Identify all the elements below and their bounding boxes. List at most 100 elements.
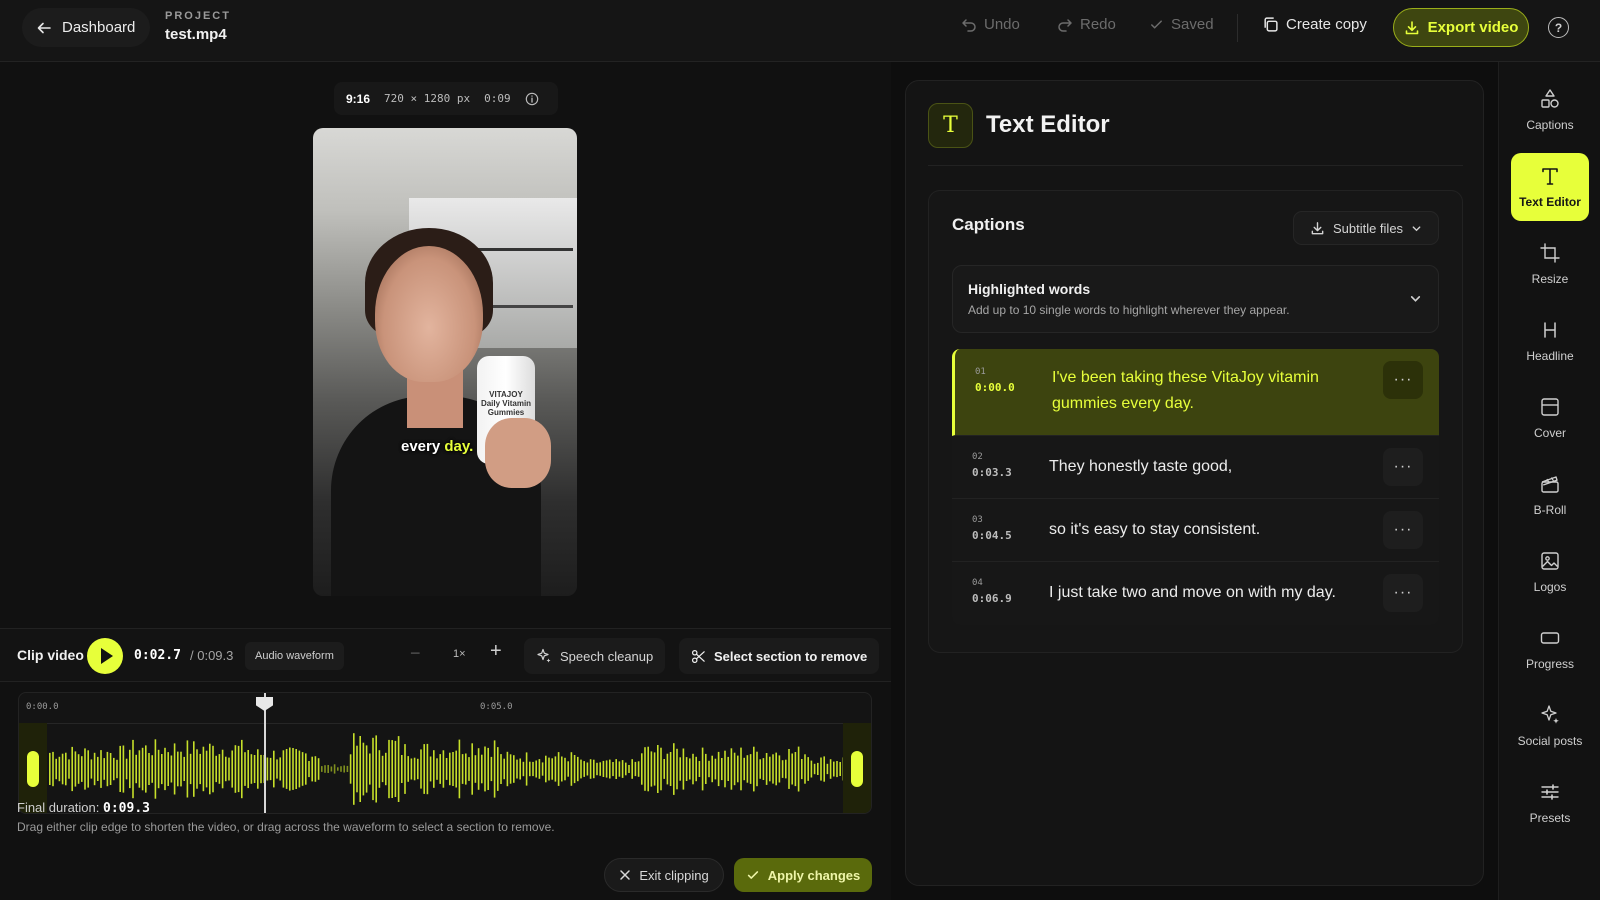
rail-item-cover[interactable]: Cover <box>1511 384 1589 452</box>
create-copy-button[interactable]: Create copy <box>1262 16 1367 33</box>
waveform-bar <box>538 759 541 779</box>
rail-item-logos[interactable]: Logos <box>1511 538 1589 606</box>
waveform-bar <box>820 757 822 781</box>
caption-text[interactable]: They honestly taste good, <box>1049 454 1369 480</box>
panel-title: Text Editor <box>986 111 1110 138</box>
waveform-bar <box>621 760 624 778</box>
waveform-bar <box>813 763 816 775</box>
waveform-bar <box>836 761 838 778</box>
zoom-in-button[interactable]: + <box>490 640 502 663</box>
waveform-bar <box>673 743 675 795</box>
caption-row-04[interactable]: 04 0:06.9 I just take two and move on wi… <box>952 562 1439 625</box>
waveform-bar <box>826 763 829 775</box>
caption-text[interactable]: so it's easy to stay consistent. <box>1049 517 1369 543</box>
waveform-bar <box>433 750 435 788</box>
caption-text[interactable]: I just take two and move on with my day. <box>1049 580 1369 606</box>
zoom-out-button[interactable]: − <box>410 643 421 664</box>
rail-item-b-roll[interactable]: B-Roll <box>1511 461 1589 529</box>
chevron-down-icon[interactable] <box>1409 292 1422 305</box>
rail-item-social-posts[interactable]: Social posts <box>1511 692 1589 760</box>
waveform-bar <box>260 754 262 784</box>
playhead-line[interactable] <box>264 693 266 813</box>
waveform-bar <box>653 752 656 786</box>
caption-row-03[interactable]: 03 0:04.5 so it's easy to stay consisten… <box>952 499 1439 562</box>
waveform-bar <box>506 751 509 787</box>
waveform-bar <box>362 742 365 796</box>
crop-icon <box>1540 243 1560 263</box>
waveform-bar <box>775 752 777 786</box>
waveform-bar <box>442 750 445 788</box>
apply-changes-button[interactable]: Apply changes <box>734 858 872 892</box>
audio-waveform-toggle[interactable]: Audio waveform <box>245 642 344 670</box>
play-button[interactable] <box>87 638 123 674</box>
exit-clipping-button[interactable]: Exit clipping <box>604 858 724 892</box>
waveform-bar <box>196 749 198 789</box>
waveform-bar <box>797 746 800 792</box>
waveform-bar <box>727 756 729 781</box>
rail-item-presets[interactable]: Presets <box>1511 769 1589 837</box>
waveform-bar <box>733 752 736 786</box>
speech-cleanup-button[interactable]: Speech cleanup <box>524 638 666 674</box>
waveform-bar <box>84 748 86 790</box>
audio-timeline[interactable]: 0:00.0 0:05.0 <box>18 692 872 814</box>
waveform-bar <box>481 754 483 784</box>
waveform-bar <box>285 749 288 789</box>
highlighted-words-section[interactable]: Highlighted words Add up to 10 single wo… <box>952 265 1439 333</box>
caption-more-button[interactable]: ··· <box>1383 574 1423 612</box>
waveform-bar <box>247 750 249 789</box>
rail-item-captions[interactable]: Captions <box>1511 76 1589 144</box>
info-icon[interactable] <box>525 92 539 106</box>
waveform-bar <box>573 755 576 784</box>
waveform-bar <box>589 759 592 779</box>
waveform-bar <box>199 753 201 785</box>
waveform-bar <box>324 765 326 773</box>
waveform-bar <box>721 758 723 781</box>
rail-item-headline[interactable]: Headline <box>1511 307 1589 375</box>
redo-button[interactable]: Redo <box>1057 16 1116 33</box>
waveform-bar <box>170 755 173 783</box>
waveform-bar <box>369 753 371 785</box>
caption-more-button[interactable]: ··· <box>1383 511 1423 549</box>
subtitle-files-dropdown[interactable]: Subtitle files <box>1293 211 1439 245</box>
caption-more-button[interactable]: ··· <box>1383 448 1423 486</box>
waveform-bar <box>823 756 825 782</box>
waveform-bar <box>410 758 413 780</box>
back-to-dashboard-button[interactable]: Dashboard <box>22 8 150 47</box>
clip-end-handle[interactable] <box>843 723 871 813</box>
rail-item-text-editor[interactable]: Text Editor <box>1511 153 1589 221</box>
caption-time: 0:06.9 <box>972 592 1012 605</box>
back-label: Dashboard <box>62 19 136 36</box>
waveform-bar <box>615 759 617 779</box>
caption-more-button[interactable]: ··· <box>1383 361 1423 399</box>
waveform-bar <box>769 756 771 782</box>
playhead-knob[interactable] <box>256 697 273 711</box>
waveform-bar <box>810 760 813 778</box>
export-label: Export video <box>1427 19 1519 36</box>
play-icon <box>100 648 113 664</box>
caption-text[interactable]: I've been taking these VitaJoy vitamin g… <box>1052 365 1372 417</box>
waveform-bar <box>295 749 297 789</box>
caption-row-02[interactable]: 02 0:03.3 They honestly taste good, ··· <box>952 436 1439 499</box>
waveform-bar <box>660 747 662 791</box>
help-icon[interactable]: ? <box>1548 17 1569 38</box>
undo-button[interactable]: Undo <box>961 16 1020 33</box>
export-video-button[interactable]: Export video <box>1393 8 1529 47</box>
waveform-bar <box>663 759 665 779</box>
waveform-bar <box>692 753 694 785</box>
rail-label: Logos <box>1533 580 1567 594</box>
waveform-bar <box>253 755 256 783</box>
caption-row-01[interactable]: 01 0:00.0 I've been taking these VitaJoy… <box>952 349 1439 436</box>
waveform-bar <box>404 744 406 794</box>
waveform-bar <box>333 764 336 774</box>
waveform-bar <box>829 759 832 779</box>
waveform-bar <box>602 760 605 777</box>
video-preview[interactable]: VITAJOY Daily Vitamin Gummies every day. <box>313 128 577 596</box>
final-duration-value: 0:09.3 <box>103 801 150 816</box>
rail-item-progress[interactable]: Progress <box>1511 615 1589 683</box>
select-section-button[interactable]: Select section to remove <box>679 638 880 674</box>
person-hand <box>485 418 551 488</box>
rail-item-resize[interactable]: Resize <box>1511 230 1589 298</box>
waveform-bar <box>807 757 809 781</box>
waveform-bar <box>49 752 51 785</box>
highlighted-words-title: Highlighted words <box>968 281 1091 297</box>
